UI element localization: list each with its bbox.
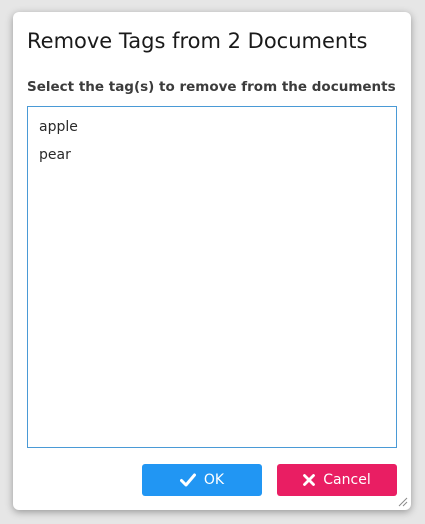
remove-tags-dialog: Remove Tags from 2 Documents Select the … xyxy=(13,12,411,510)
cancel-button[interactable]: Cancel xyxy=(277,464,397,496)
ok-button[interactable]: OK xyxy=(142,464,262,496)
check-icon xyxy=(179,473,196,487)
resize-grip-icon[interactable] xyxy=(396,495,408,507)
dialog-title: Remove Tags from 2 Documents xyxy=(27,29,368,53)
tag-listbox[interactable]: apple pear xyxy=(27,106,397,448)
ok-button-label: OK xyxy=(203,472,225,488)
cancel-button-label: Cancel xyxy=(323,472,371,488)
tag-option-apple[interactable]: apple xyxy=(28,115,396,143)
close-icon xyxy=(303,474,316,486)
tag-select-label: Select the tag(s) to remove from the doc… xyxy=(27,79,396,95)
tag-option-pear[interactable]: pear xyxy=(28,143,396,171)
